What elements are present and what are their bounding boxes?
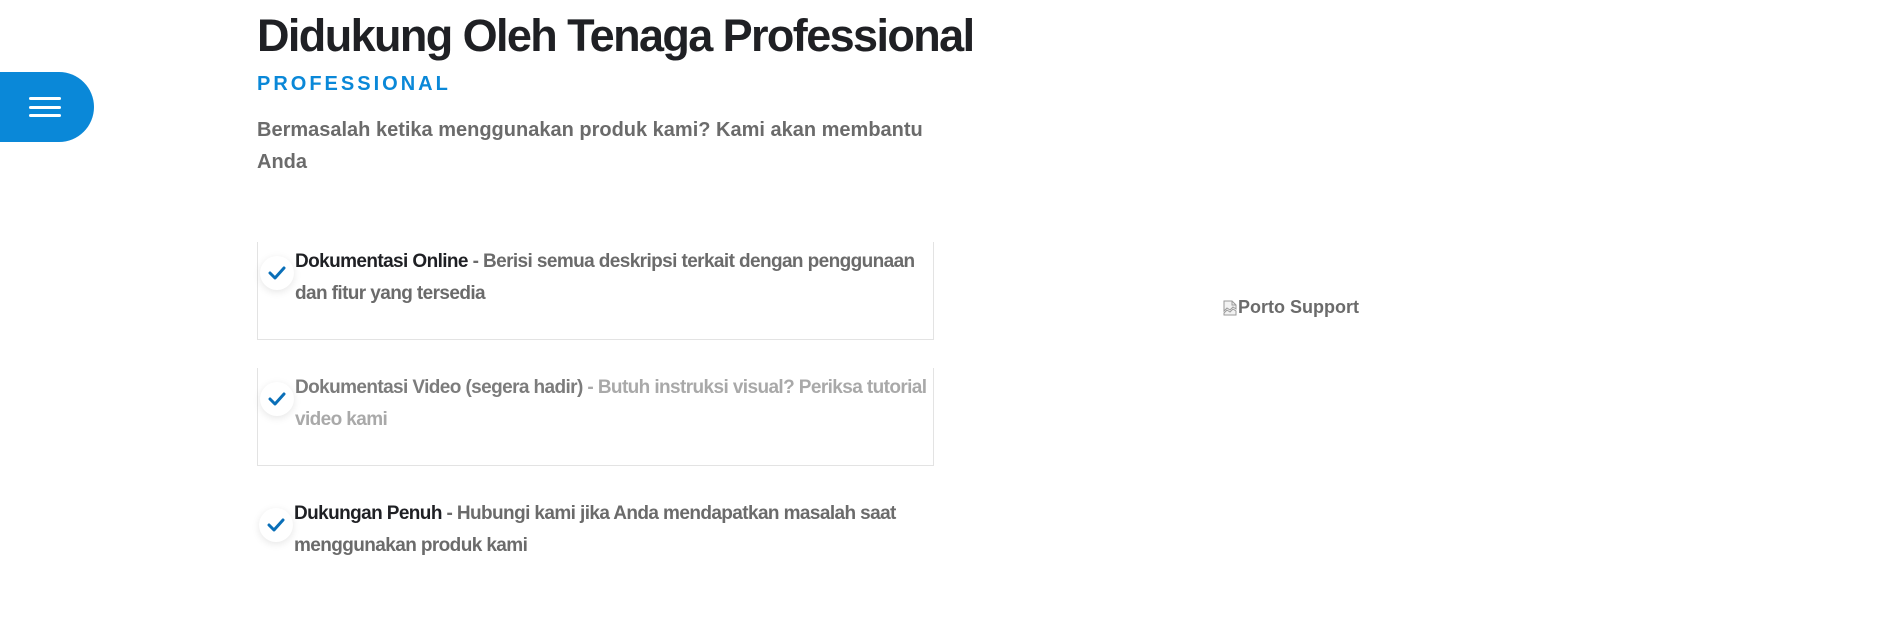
section-title: Didukung Oleh Tenaga Professional (257, 10, 975, 61)
checkmark-icon (260, 382, 294, 416)
checkmark-icon (260, 256, 294, 290)
support-image-alt-text: Porto Support (1238, 297, 1359, 317)
feature-text: Dokumentasi Video (segera hadir) - Butuh… (295, 372, 933, 436)
page: Didukung Oleh Tenaga Professional PROFES… (0, 0, 1894, 626)
feature-text: Dukungan Penuh - Hubungi kami jika Anda … (294, 498, 934, 562)
support-image: Porto Support (1222, 297, 1359, 318)
menu-toggle-button[interactable] (0, 72, 94, 142)
feature-name: Dokumentasi Online (295, 251, 469, 272)
feature-separator: - (467, 251, 483, 272)
checkmark-icon (259, 508, 293, 542)
feature-list: Dokumentasi Online - Berisi semua deskri… (257, 242, 937, 592)
feature-text: Dokumentasi Online - Berisi semua deskri… (295, 246, 933, 310)
feature-separator: - (582, 377, 598, 398)
broken-image-icon (1223, 300, 1237, 315)
support-section: Didukung Oleh Tenaga Professional PROFES… (257, 8, 975, 620)
feature-separator: - (441, 503, 457, 524)
feature-name: Dukungan Penuh (294, 503, 442, 524)
hamburger-menu-icon (29, 97, 61, 117)
feature-item-full-support: Dukungan Penuh - Hubungi kami jika Anda … (257, 494, 934, 592)
feature-name: Dokumentasi Video (segera hadir) (295, 377, 583, 398)
feature-item-video-docs: Dokumentasi Video (segera hadir) - Butuh… (257, 368, 934, 466)
section-subtitle: PROFESSIONAL (257, 73, 451, 95)
feature-item-online-docs: Dokumentasi Online - Berisi semua deskri… (257, 242, 934, 340)
section-lead: Bermasalah ketika menggunakan produk kam… (257, 119, 923, 173)
